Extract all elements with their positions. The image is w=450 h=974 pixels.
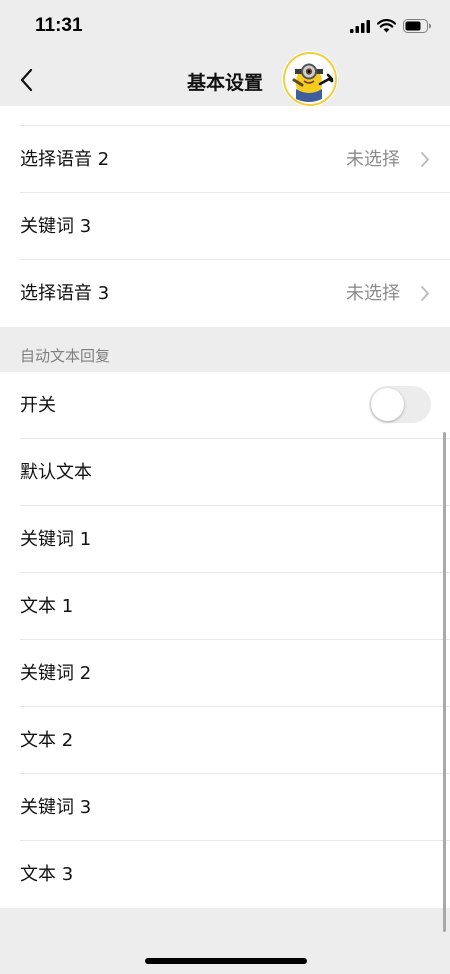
row-label: 关键词 1 [20,529,92,550]
keyword-1-row[interactable]: 关键词 1 [0,506,450,573]
section-header: 自动文本回复 [0,327,450,372]
row-label: 选择语音 2 [20,149,110,170]
row-value: 未选择 [346,283,400,304]
select-voice-2-row[interactable]: 选择语音 2 未选择 [0,126,450,193]
switch-row: 开关 [0,372,450,439]
chevron-right-icon [420,151,430,168]
scrollbar[interactable] [443,432,446,932]
status-icons [350,18,432,37]
chevron-right-icon [420,285,430,302]
wifi-icon [376,18,397,37]
select-voice-3-row[interactable]: 选择语音 3 未选择 [0,260,450,327]
keyword-3-row[interactable]: 关键词 3 [0,774,450,841]
row-label: 文本 1 [20,596,74,617]
row-label: 开关 [20,395,56,416]
toggle-knob [371,388,404,421]
row-label: 关键词 2 [20,663,92,684]
avatar[interactable] [282,51,338,107]
row-label: 关键词 3 [20,216,92,237]
page-title: 基本设置 [186,72,263,94]
battery-icon [403,18,432,37]
text-3-row[interactable]: 文本 3 [0,841,450,908]
keyword-2-row[interactable]: 关键词 2 [0,640,450,707]
row-label: 文本 3 [20,864,74,885]
list-item [0,106,450,126]
row-label: 默认文本 [20,462,92,483]
auto-reply-toggle[interactable] [369,386,431,423]
text-2-row[interactable]: 文本 2 [0,707,450,774]
row-value: 未选择 [346,149,400,170]
minion-avatar-icon [283,52,337,106]
text-1-row[interactable]: 文本 1 [0,573,450,640]
status-time: 11:31 [35,15,83,36]
section-header-label: 自动文本回复 [20,347,111,365]
row-label: 文本 2 [20,730,74,751]
row-label: 关键词 3 [20,797,92,818]
nav-bar: 基本设置 [0,51,450,107]
row-label: 选择语音 3 [20,283,110,304]
signal-icon [350,18,370,37]
home-indicator[interactable] [145,958,307,964]
keyword-3-row[interactable]: 关键词 3 [0,193,450,260]
default-text-row[interactable]: 默认文本 [0,439,450,506]
status-bar: 11:31 [0,0,450,54]
